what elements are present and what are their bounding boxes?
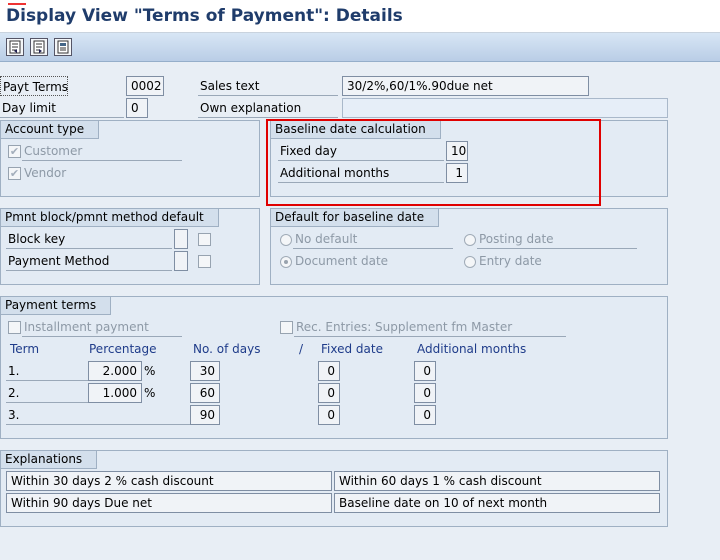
own-explanation-label: Own explanation	[198, 98, 338, 118]
percentage-field-2[interactable]: 1.000	[88, 383, 142, 403]
document-date-radio[interactable]	[280, 256, 292, 268]
term-row-2-label: 2.	[6, 383, 88, 403]
explanation-line-2[interactable]: Within 60 days 1 % cash discount	[334, 471, 660, 491]
rec-entries-label: Rec. Entries: Supplement fm Master	[294, 317, 566, 337]
payt-terms-field[interactable]: 0002	[126, 76, 164, 96]
additional-months-field-3[interactable]: 0	[414, 405, 436, 425]
account-type-title: Account type	[1, 121, 100, 139]
title-bar: Display View "Terms of Payment": Details	[0, 0, 720, 33]
entry-date-label: Entry date	[479, 254, 542, 268]
fixed-date-field-2[interactable]: 0	[318, 383, 340, 403]
col-term: Term	[10, 342, 40, 356]
day-limit-label: Day limit	[0, 98, 124, 118]
posting-date-label: Posting date	[477, 229, 637, 249]
default-baseline-title: Default for baseline date	[271, 209, 440, 227]
explanation-line-4[interactable]: Baseline date on 10 of next month	[334, 493, 660, 513]
explanation-line-3[interactable]: Within 90 days Due net	[6, 493, 332, 513]
posting-date-radio[interactable]	[464, 234, 476, 246]
col-percentage: Percentage	[89, 342, 157, 356]
sales-text-field[interactable]: 30/2%,60/1%.90due net	[342, 76, 589, 96]
explanation-line-1[interactable]: Within 30 days 2 % cash discount	[6, 471, 332, 491]
days-field-2[interactable]: 60	[190, 383, 220, 403]
col-fixed-date: Fixed date	[321, 342, 383, 356]
own-explanation-field[interactable]	[342, 98, 668, 118]
no-default-label: No default	[293, 229, 453, 249]
customer-label: Customer	[22, 141, 182, 161]
page-title: Display View "Terms of Payment": Details	[6, 6, 403, 26]
no-default-radio[interactable]	[280, 234, 292, 246]
term-row-1-label: 1.	[6, 361, 88, 381]
percent-sign-1: %	[144, 364, 156, 378]
percent-sign-2: %	[144, 386, 156, 400]
days-field-1[interactable]: 30	[190, 361, 220, 381]
entry-date-radio[interactable]	[464, 256, 476, 268]
payt-terms-label: Payt Terms	[0, 76, 68, 96]
pmnt-block-title: Pmnt block/pmnt method default	[1, 209, 219, 227]
other-entry-icon[interactable]	[54, 38, 72, 56]
title-mark	[8, 3, 26, 5]
term-row-3-label: 3.	[6, 405, 190, 425]
col-additional-months: Additional months	[417, 342, 527, 356]
explanations-title: Explanations	[1, 451, 98, 469]
days-field-3[interactable]: 90	[190, 405, 220, 425]
payment-method-label: Payment Method	[6, 251, 172, 271]
sales-text-label: Sales text	[198, 76, 338, 96]
application-toolbar	[0, 33, 720, 62]
col-slash: /	[299, 342, 304, 356]
highlight-box	[266, 119, 601, 206]
col-days: No. of days	[193, 342, 261, 356]
payment-method-field[interactable]	[174, 251, 188, 271]
previous-entry-icon[interactable]	[6, 38, 24, 56]
day-limit-field[interactable]: 0	[126, 98, 148, 118]
customer-checkbox[interactable]: ✔	[8, 145, 21, 158]
block-key-label: Block key	[6, 229, 172, 249]
next-entry-icon[interactable]	[30, 38, 48, 56]
installment-checkbox[interactable]	[8, 321, 21, 334]
vendor-checkbox[interactable]: ✔	[8, 167, 21, 180]
vendor-label: Vendor	[24, 166, 67, 180]
payment-terms-title: Payment terms	[1, 297, 112, 315]
block-key-checkbox[interactable]	[198, 233, 211, 246]
installment-label: Installment payment	[22, 317, 182, 337]
additional-months-field-2[interactable]: 0	[414, 383, 436, 403]
fixed-date-field-1[interactable]: 0	[318, 361, 340, 381]
payment-method-checkbox[interactable]	[198, 255, 211, 268]
percentage-field-1[interactable]: 2.000	[88, 361, 142, 381]
fixed-date-field-3[interactable]: 0	[318, 405, 340, 425]
document-date-label: Document date	[295, 254, 389, 268]
rec-entries-checkbox[interactable]	[280, 321, 293, 334]
additional-months-field-1[interactable]: 0	[414, 361, 436, 381]
block-key-field[interactable]	[174, 229, 188, 249]
